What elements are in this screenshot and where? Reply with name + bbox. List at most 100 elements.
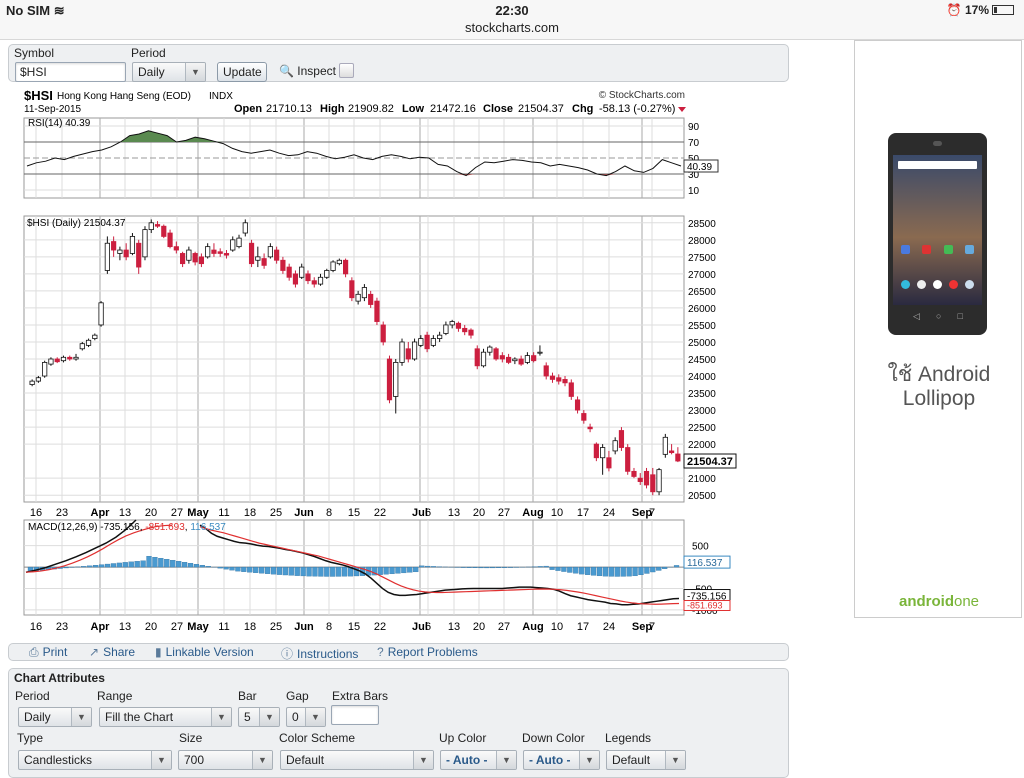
candle-body	[180, 253, 184, 263]
chevron-down-icon: ▼	[71, 708, 91, 726]
macd-histogram-bar	[431, 566, 436, 567]
candle-body	[669, 451, 673, 453]
candle-body	[676, 454, 680, 461]
candle-body	[394, 362, 398, 396]
date-axis-label: 20	[473, 507, 485, 519]
chart-brand: © StockCharts.com	[599, 90, 685, 101]
bar-select[interactable]: 5▼	[238, 707, 280, 727]
date-axis-label: May	[187, 621, 209, 633]
macd-histogram-bar	[478, 567, 483, 568]
candle-body	[86, 340, 90, 345]
phone-image: ◁○□	[888, 133, 987, 335]
candle-body	[274, 250, 278, 260]
down-color-select[interactable]: - Auto -▼	[523, 750, 600, 770]
macd-histogram-bar	[336, 567, 341, 576]
help-icon: ?	[377, 645, 384, 659]
color-scheme-select[interactable]: Default▼	[280, 750, 434, 770]
symbol-input[interactable]: $HSI	[15, 62, 126, 82]
candle-body	[42, 362, 46, 376]
google-search-bar	[898, 161, 977, 169]
price-tick-label: 23000	[688, 406, 716, 417]
instructions-link[interactable]: ⓘInstructions	[281, 645, 358, 662]
candle-body	[68, 357, 72, 359]
chg-label: Chg	[572, 103, 593, 115]
chart-exchange: INDX	[209, 91, 233, 102]
address-bar-url[interactable]: stockcharts.com	[0, 20, 1024, 35]
candle-body	[362, 288, 366, 298]
date-axis-label: 6	[425, 621, 431, 633]
date-axis-label: 17	[577, 507, 589, 519]
up-color-select[interactable]: - Auto -▼	[440, 750, 517, 770]
candle-body	[626, 448, 630, 472]
linkable-version-link[interactable]: ▮Linkable Version	[155, 645, 254, 659]
size-select[interactable]: 700▼	[178, 750, 273, 770]
chart-toolbar: ⎙Print ↗Share ▮Linkable Version ⓘInstruc…	[8, 643, 789, 661]
battery-indicator: ⏰ 17%	[947, 3, 1014, 17]
share-link[interactable]: ↗Share	[89, 645, 135, 659]
candle-body	[193, 253, 197, 262]
period-attr-select[interactable]: Daily▼	[18, 707, 92, 727]
period-attr-label: Period	[15, 689, 50, 703]
macd-histogram-bar	[271, 567, 276, 574]
candle-body	[657, 470, 661, 492]
chevron-down-icon: ▼	[305, 708, 325, 726]
print-link[interactable]: ⎙Print	[29, 645, 67, 660]
date-axis-label: Apr	[91, 507, 111, 519]
bar-label: Bar	[238, 689, 257, 703]
date-axis-label: 23	[56, 621, 68, 633]
candle-body	[218, 252, 222, 254]
macd-histogram-bar	[129, 562, 134, 567]
stock-chart[interactable]: $HSI Hong Kong Hang Seng (EOD) INDX © St…	[0, 84, 790, 636]
candle-body	[199, 257, 203, 264]
macd-histogram-bar	[650, 567, 655, 572]
macd-histogram-bar	[117, 563, 122, 567]
period-select[interactable]: Daily▼	[132, 62, 206, 82]
candle-body	[61, 357, 65, 360]
android-one-ad[interactable]: ◁○□ ใช้ AndroidLollipop androidone	[854, 40, 1022, 618]
candle-body	[93, 335, 97, 338]
date-axis-label: 17	[577, 621, 589, 633]
update-button[interactable]: Update	[217, 62, 267, 82]
date-axis-label: 27	[171, 507, 183, 519]
macd-histogram-bar	[395, 567, 400, 573]
chevron-down-icon: ▼	[579, 751, 599, 769]
candle-body	[563, 379, 567, 382]
low-value: 21472.16	[430, 103, 476, 115]
macd-histogram-bar	[87, 566, 92, 567]
macd-histogram-bar	[235, 567, 240, 571]
date-axis-label: 7	[649, 621, 655, 633]
range-select[interactable]: Fill the Chart▼	[99, 707, 232, 727]
candle-body	[293, 274, 297, 284]
legends-select[interactable]: Default▼	[606, 750, 686, 770]
candle-body	[287, 267, 291, 277]
inspect-checkbox[interactable]	[339, 63, 354, 78]
share-icon: ↗	[89, 645, 99, 659]
macd-histogram-bar	[467, 567, 472, 568]
macd-histogram-bar	[123, 562, 128, 567]
price-tick-label: 21000	[688, 474, 716, 485]
report-problems-link[interactable]: ?Report Problems	[377, 645, 478, 659]
candle-body	[444, 325, 448, 334]
macd-legend: MACD(12,26,9) -735.156, -851.693, 116.53…	[28, 522, 226, 533]
date-axis-label: 20	[145, 507, 157, 519]
size-label: Size	[179, 731, 202, 745]
candle-body	[525, 356, 529, 363]
android-one-logo: androidone	[855, 593, 1023, 610]
macd-histogram-bar	[135, 561, 140, 567]
candle-body	[300, 267, 304, 277]
macd-histogram-bar	[656, 567, 661, 570]
date-axis-label: 16	[30, 507, 42, 519]
candle-body	[569, 383, 573, 397]
gap-select[interactable]: 0▼	[286, 707, 326, 727]
inspect-toggle[interactable]: 🔍 Inspect	[279, 64, 336, 78]
candle-body	[99, 303, 103, 325]
candle-body	[155, 225, 159, 227]
range-label: Range	[97, 689, 132, 703]
candle-body	[312, 281, 316, 284]
macd-histogram-bar	[561, 567, 566, 571]
macd-histogram-bar	[330, 567, 335, 576]
extra-bars-input[interactable]	[331, 705, 379, 725]
type-select[interactable]: Candlesticks▼	[18, 750, 172, 770]
date-axis-label: 10	[551, 507, 563, 519]
macd-histogram-bar	[247, 567, 252, 572]
